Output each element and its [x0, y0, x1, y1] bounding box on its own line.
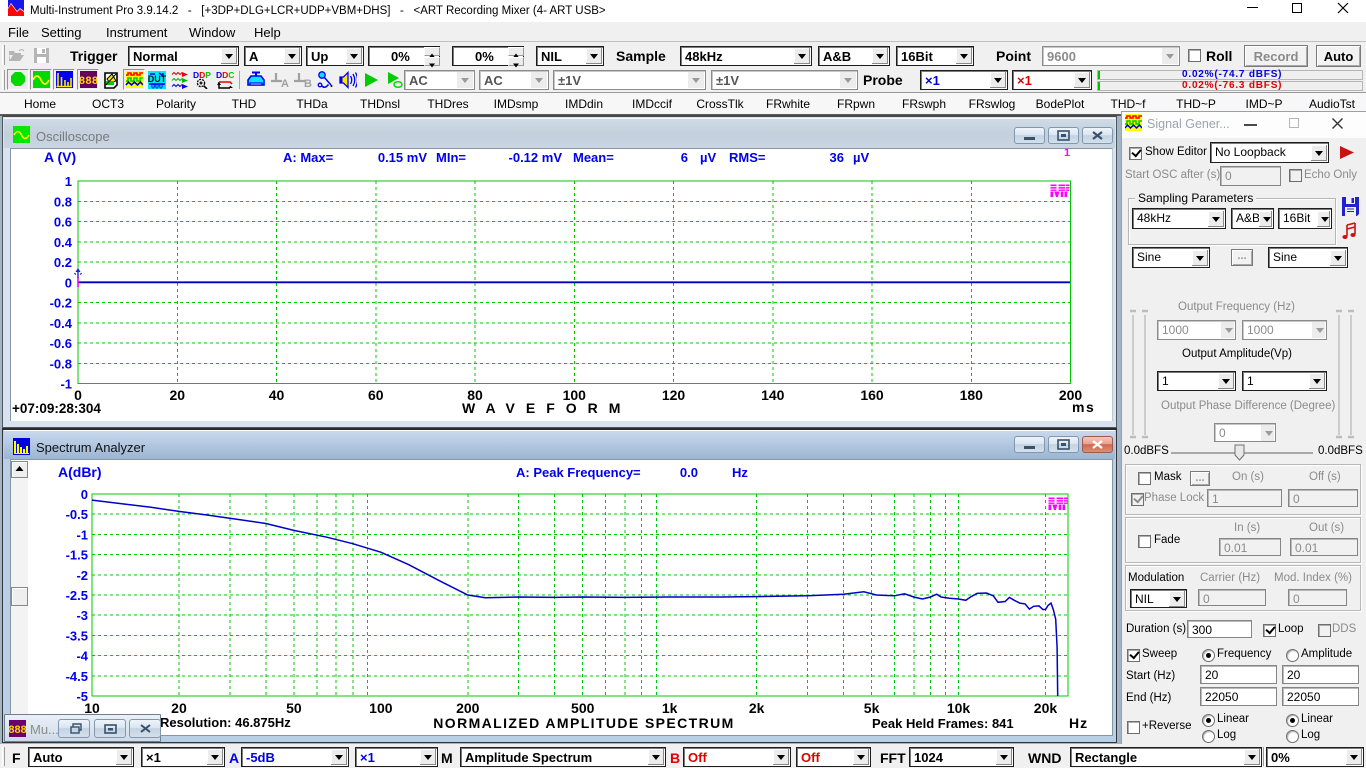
svg-text:DDP: DDP — [193, 71, 211, 80]
svg-text:888: 888 — [79, 76, 97, 88]
svg-text:DDC: DDC — [216, 71, 234, 80]
svg-text:B: B — [304, 78, 312, 89]
svg-text:A: A — [281, 78, 289, 89]
svg-text:DUT: DUT — [148, 74, 166, 84]
svg-text:888: 888 — [9, 724, 26, 736]
svg-text:000: 000 — [151, 84, 163, 90]
